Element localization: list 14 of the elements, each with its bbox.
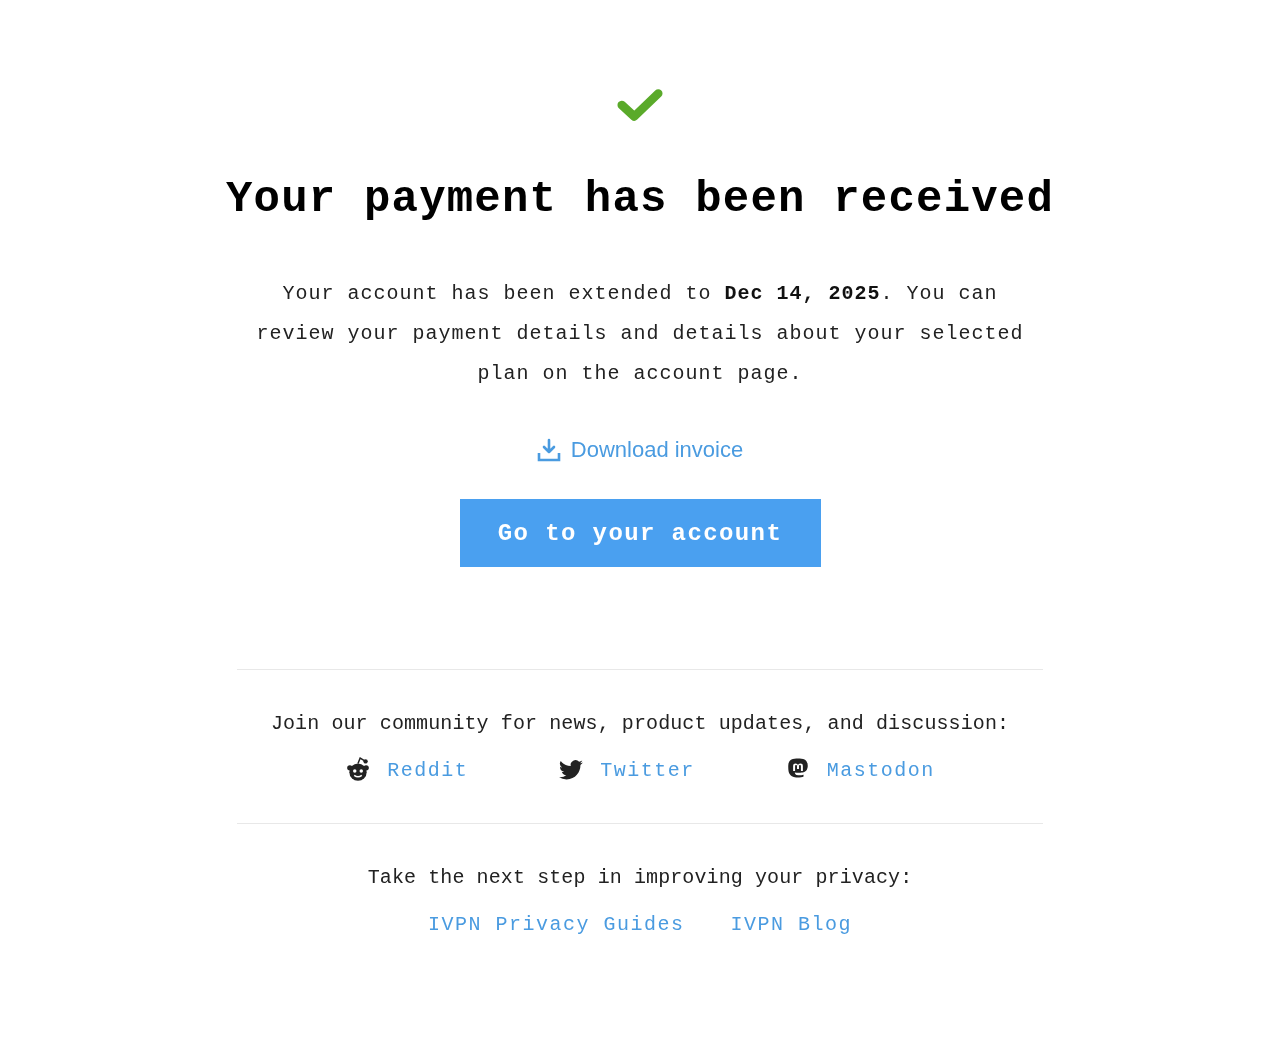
social-link[interactable]: Mastodon [784, 757, 935, 783]
next-step-text: Take the next step in improving your privacy: [367, 866, 913, 889]
download-icon [536, 438, 561, 462]
go-to-account-button[interactable]: Go to your account [459, 499, 821, 567]
download-invoice-link[interactable]: Download invoice [536, 437, 744, 463]
social-link[interactable]: Twitter [558, 757, 695, 783]
resource-link[interactable]: IVPN Privacy Guides [427, 913, 685, 936]
page-title: Your payment has been received [225, 173, 1055, 226]
checkmark-icon [617, 88, 663, 122]
confirmation-message: Your account has been extended to Dec 14, 2025. You can review your payment details and details about your selected plan on the account page. [255, 281, 1025, 387]
social-link[interactable]: Reddit [345, 757, 469, 783]
resource-link[interactable]: IVPN Blog [730, 913, 853, 936]
alien-icon [345, 757, 372, 783]
community-text: Join our community for news, product updates, and discussion: [270, 712, 1010, 735]
